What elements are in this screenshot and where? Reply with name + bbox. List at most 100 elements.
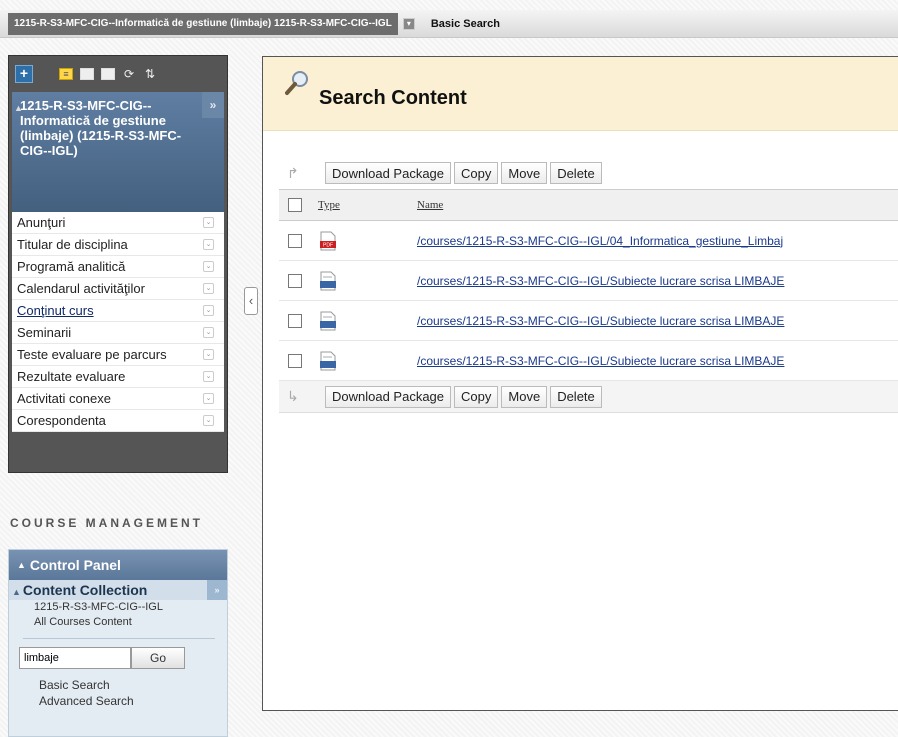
menu-item-label: Anunţuri <box>17 215 66 230</box>
collection-link-course[interactable]: 1215-R-S3-MFC-CIG--IGL <box>9 600 227 615</box>
move-button[interactable]: Move <box>501 162 548 184</box>
table-row: /courses/1215-R-S3-MFC-CIG--IGL/Subiecte… <box>279 301 898 341</box>
menu-item-options-icon[interactable]: ⌄ <box>203 327 214 338</box>
search-results: ↱ Download Package Copy Move Delete Type… <box>279 157 898 413</box>
svg-text:PDF: PDF <box>323 242 333 248</box>
search-input[interactable] <box>19 647 131 669</box>
pdf-file-icon: PDF <box>320 231 336 250</box>
menu-item-options-icon[interactable]: ⌄ <box>203 393 214 404</box>
table-header: Type Name <box>279 189 898 221</box>
reorder-icon[interactable]: ⇅ <box>143 68 157 80</box>
breadcrumb-menu-icon[interactable]: ▾ <box>402 17 415 30</box>
list-view-icon[interactable]: ≡ <box>59 68 73 80</box>
menu-item-label: Rezultate evaluare <box>17 369 126 384</box>
doc-file-icon <box>320 351 336 370</box>
course-menu-toolbar: + ≡ ⟳ ⇅ <box>12 59 224 89</box>
menu-item-label: Activitati conexe <box>17 391 111 406</box>
menu-item-label: Titular de disciplina <box>17 237 128 252</box>
page-title: Search Content <box>319 87 467 109</box>
download-package-button[interactable]: Download Package <box>325 162 452 184</box>
menu-item-corespondenta[interactable]: Corespondenta ⌄ <box>12 410 224 432</box>
basic-search-link[interactable]: Basic Search <box>9 677 227 693</box>
file-link[interactable]: /courses/1215-R-S3-MFC-CIG--IGL/Subiecte… <box>417 354 898 368</box>
arrow-icon: ↱ <box>287 164 299 181</box>
menu-item-options-icon[interactable]: ⌄ <box>203 349 214 360</box>
menu-item-options-icon[interactable]: ⌄ <box>203 217 214 228</box>
menu-item-seminarii[interactable]: Seminarii ⌄ <box>12 322 224 344</box>
new-window-icon[interactable] <box>101 68 115 80</box>
collapse-menu-button[interactable]: ‹ <box>244 287 258 315</box>
menu-item-activitati[interactable]: Activitati conexe ⌄ <box>12 388 224 410</box>
type-cell <box>302 351 417 371</box>
menu-item-label: Seminarii <box>17 325 72 340</box>
file-link[interactable]: /courses/1215-R-S3-MFC-CIG--IGL/04_Infor… <box>417 234 898 248</box>
menu-item-programa[interactable]: Programă analitică ⌄ <box>12 256 224 278</box>
table-row: /courses/1215-R-S3-MFC-CIG--IGL/Subiecte… <box>279 341 898 381</box>
row-checkbox[interactable] <box>288 273 302 288</box>
type-cell: PDF <box>302 231 417 251</box>
collection-link-all-courses[interactable]: All Courses Content <box>9 615 227 630</box>
menu-item-options-icon[interactable]: ⌄ <box>203 305 214 316</box>
collection-search: Go <box>19 647 227 669</box>
folder-view-icon[interactable] <box>80 68 94 80</box>
advanced-search-link[interactable]: Advanced Search <box>9 693 227 709</box>
menu-item-rezultate[interactable]: Rezultate evaluare ⌄ <box>12 366 224 388</box>
row-checkbox[interactable] <box>288 353 302 368</box>
control-panel: ▲ Control Panel ▲ Content Collection » 12… <box>8 549 228 737</box>
search-icon <box>285 71 308 95</box>
expand-icon[interactable]: » <box>207 580 227 600</box>
control-panel-header[interactable]: ▲ Control Panel <box>9 550 227 580</box>
menu-item-label: Programă analitică <box>17 259 126 274</box>
breadcrumb-current: Basic Search <box>430 17 500 30</box>
course-menu-items: Anunţuri ⌄ Titular de disciplina ⌄ Program… <box>12 212 224 432</box>
copy-button[interactable]: Copy <box>454 162 499 184</box>
row-checkbox[interactable] <box>288 233 302 248</box>
course-title[interactable]: ▲ 1215-R-S3-MFC-CIG--Informatică de gest… <box>12 92 224 212</box>
type-cell <box>302 311 417 331</box>
course-title-label: 1215-R-S3-MFC-CIG--Informatică de gestiu… <box>20 98 182 158</box>
menu-item-teste[interactable]: Teste evaluare pe parcurs ⌄ <box>12 344 224 366</box>
menu-item-options-icon[interactable]: ⌄ <box>203 283 214 294</box>
menu-item-options-icon[interactable]: ⌄ <box>203 415 214 426</box>
delete-button[interactable]: Delete <box>550 385 602 408</box>
add-menu-item-icon[interactable]: + <box>15 65 33 83</box>
action-bar-bottom: ↳ Download Package Copy Move Delete <box>279 381 898 413</box>
arrow-icon: ↳ <box>287 388 299 404</box>
menu-item-calendar[interactable]: Calendarul activităţilor ⌄ <box>12 278 224 300</box>
control-panel-label: Control Panel <box>29 557 121 573</box>
file-link[interactable]: /courses/1215-R-S3-MFC-CIG--IGL/Subiecte… <box>417 274 898 288</box>
menu-item-titular[interactable]: Titular de disciplina ⌄ <box>12 234 224 256</box>
breadcrumb-course-link[interactable]: 1215-R-S3-MFC-CIG--Informatică de gestiu… <box>8 12 398 35</box>
file-link[interactable]: /courses/1215-R-S3-MFC-CIG--IGL/Subiecte… <box>417 314 898 328</box>
column-header-type[interactable]: Type <box>302 199 417 211</box>
menu-item-label: Teste evaluare pe parcurs <box>17 347 167 362</box>
download-package-button[interactable]: Download Package <box>325 385 452 408</box>
menu-item-options-icon[interactable]: ⌄ <box>203 371 214 382</box>
type-cell <box>302 271 417 291</box>
row-checkbox[interactable] <box>288 313 302 328</box>
collapse-caret-icon: ▲ <box>17 560 26 570</box>
menu-item-anunturi[interactable]: Anunţuri ⌄ <box>12 212 224 234</box>
menu-item-options-icon[interactable]: ⌄ <box>203 239 214 250</box>
expand-icon[interactable]: » <box>202 92 224 118</box>
menu-item-label: Corespondenta <box>17 413 106 428</box>
refresh-icon[interactable]: ⟳ <box>122 68 136 80</box>
page-header: Search Content <box>263 57 898 131</box>
main-content: Search Content ↱ Download Package Copy M… <box>262 56 898 711</box>
menu-item-label: Conţinut curs <box>17 303 94 318</box>
menu-item-label: Calendarul activităţilor <box>17 281 145 296</box>
table-row: PDF /courses/1215-R-S3-MFC-CIG--IGL/04_I… <box>279 221 898 261</box>
column-header-name[interactable]: Name <box>417 199 898 211</box>
doc-file-icon <box>320 271 336 290</box>
course-management-heading: COURSE MANAGEMENT <box>10 516 204 530</box>
move-button[interactable]: Move <box>501 385 548 408</box>
content-collection-header[interactable]: ▲ Content Collection » <box>9 580 227 600</box>
menu-item-options-icon[interactable]: ⌄ <box>203 261 214 272</box>
delete-button[interactable]: Delete <box>550 162 602 184</box>
copy-button[interactable]: Copy <box>454 385 499 408</box>
go-button[interactable]: Go <box>131 647 185 669</box>
table-row: /courses/1215-R-S3-MFC-CIG--IGL/Subiecte… <box>279 261 898 301</box>
menu-item-continut-curs[interactable]: Conţinut curs ⌄ <box>12 300 224 322</box>
select-all-checkbox[interactable] <box>288 198 302 212</box>
content-collection-label: Content Collection <box>22 582 148 598</box>
